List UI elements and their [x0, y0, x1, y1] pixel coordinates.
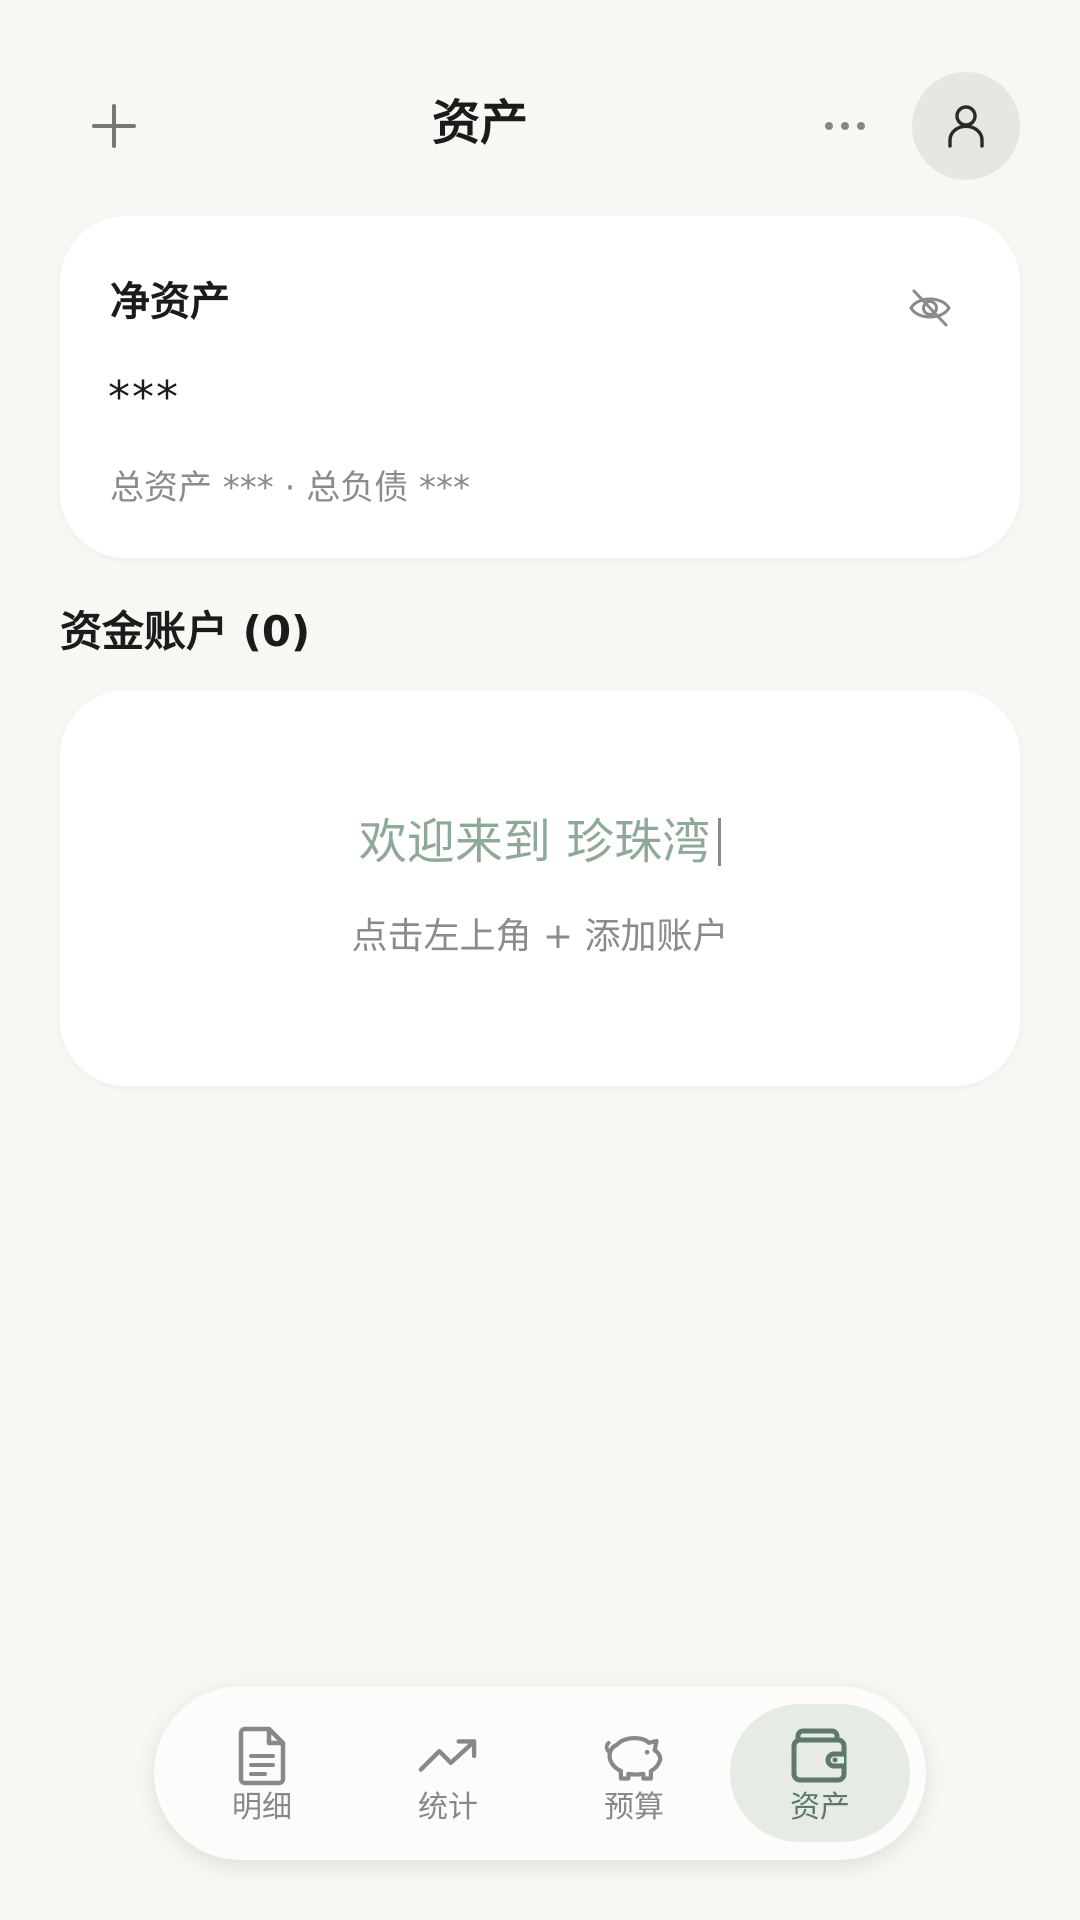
accounts-section-title: 资金账户 (0)	[60, 607, 311, 656]
profile-button[interactable]	[912, 72, 1020, 180]
nav-tab-statistics[interactable]: 统计	[358, 1704, 538, 1842]
document-icon	[232, 1724, 292, 1788]
more-options-button[interactable]	[810, 96, 880, 156]
welcome-text: 欢迎来到 珍珠湾	[358, 814, 711, 870]
net-assets-title: 净资产	[110, 279, 230, 325]
add-account-hint: 点击左上角 + 添加账户	[351, 916, 729, 957]
text-cursor	[718, 818, 722, 866]
bottom-navigation: 明细 统计 预算 资产	[154, 1686, 926, 1860]
wallet-icon	[790, 1724, 850, 1788]
trend-up-icon	[418, 1724, 478, 1788]
nav-tab-assets[interactable]: 资产	[730, 1704, 910, 1842]
nav-tab-details[interactable]: 明细	[172, 1704, 352, 1842]
nav-label-details: 明细	[232, 1790, 292, 1825]
user-icon	[948, 105, 984, 148]
eye-off-icon	[909, 289, 951, 327]
nav-label-statistics: 统计	[418, 1790, 478, 1825]
net-assets-card: 净资产 *** 总资产 *** · 总负债 ***	[60, 216, 1020, 558]
assets-liabilities-summary: 总资产 *** · 总负债 ***	[110, 468, 471, 508]
piggy-bank-icon	[604, 1724, 664, 1788]
net-assets-value: ***	[108, 372, 180, 423]
nav-label-assets: 资产	[790, 1790, 850, 1825]
top-bar: 资产	[0, 0, 1080, 250]
nav-tab-budget[interactable]: 预算	[544, 1704, 724, 1842]
nav-label-budget: 预算	[604, 1790, 664, 1825]
welcome-message: 欢迎来到 珍珠湾	[60, 810, 1020, 874]
accounts-empty-state: 欢迎来到 珍珠湾 点击左上角 + 添加账户	[60, 690, 1020, 1086]
toggle-visibility-button[interactable]	[898, 276, 962, 340]
more-horizontal-icon	[825, 122, 865, 130]
